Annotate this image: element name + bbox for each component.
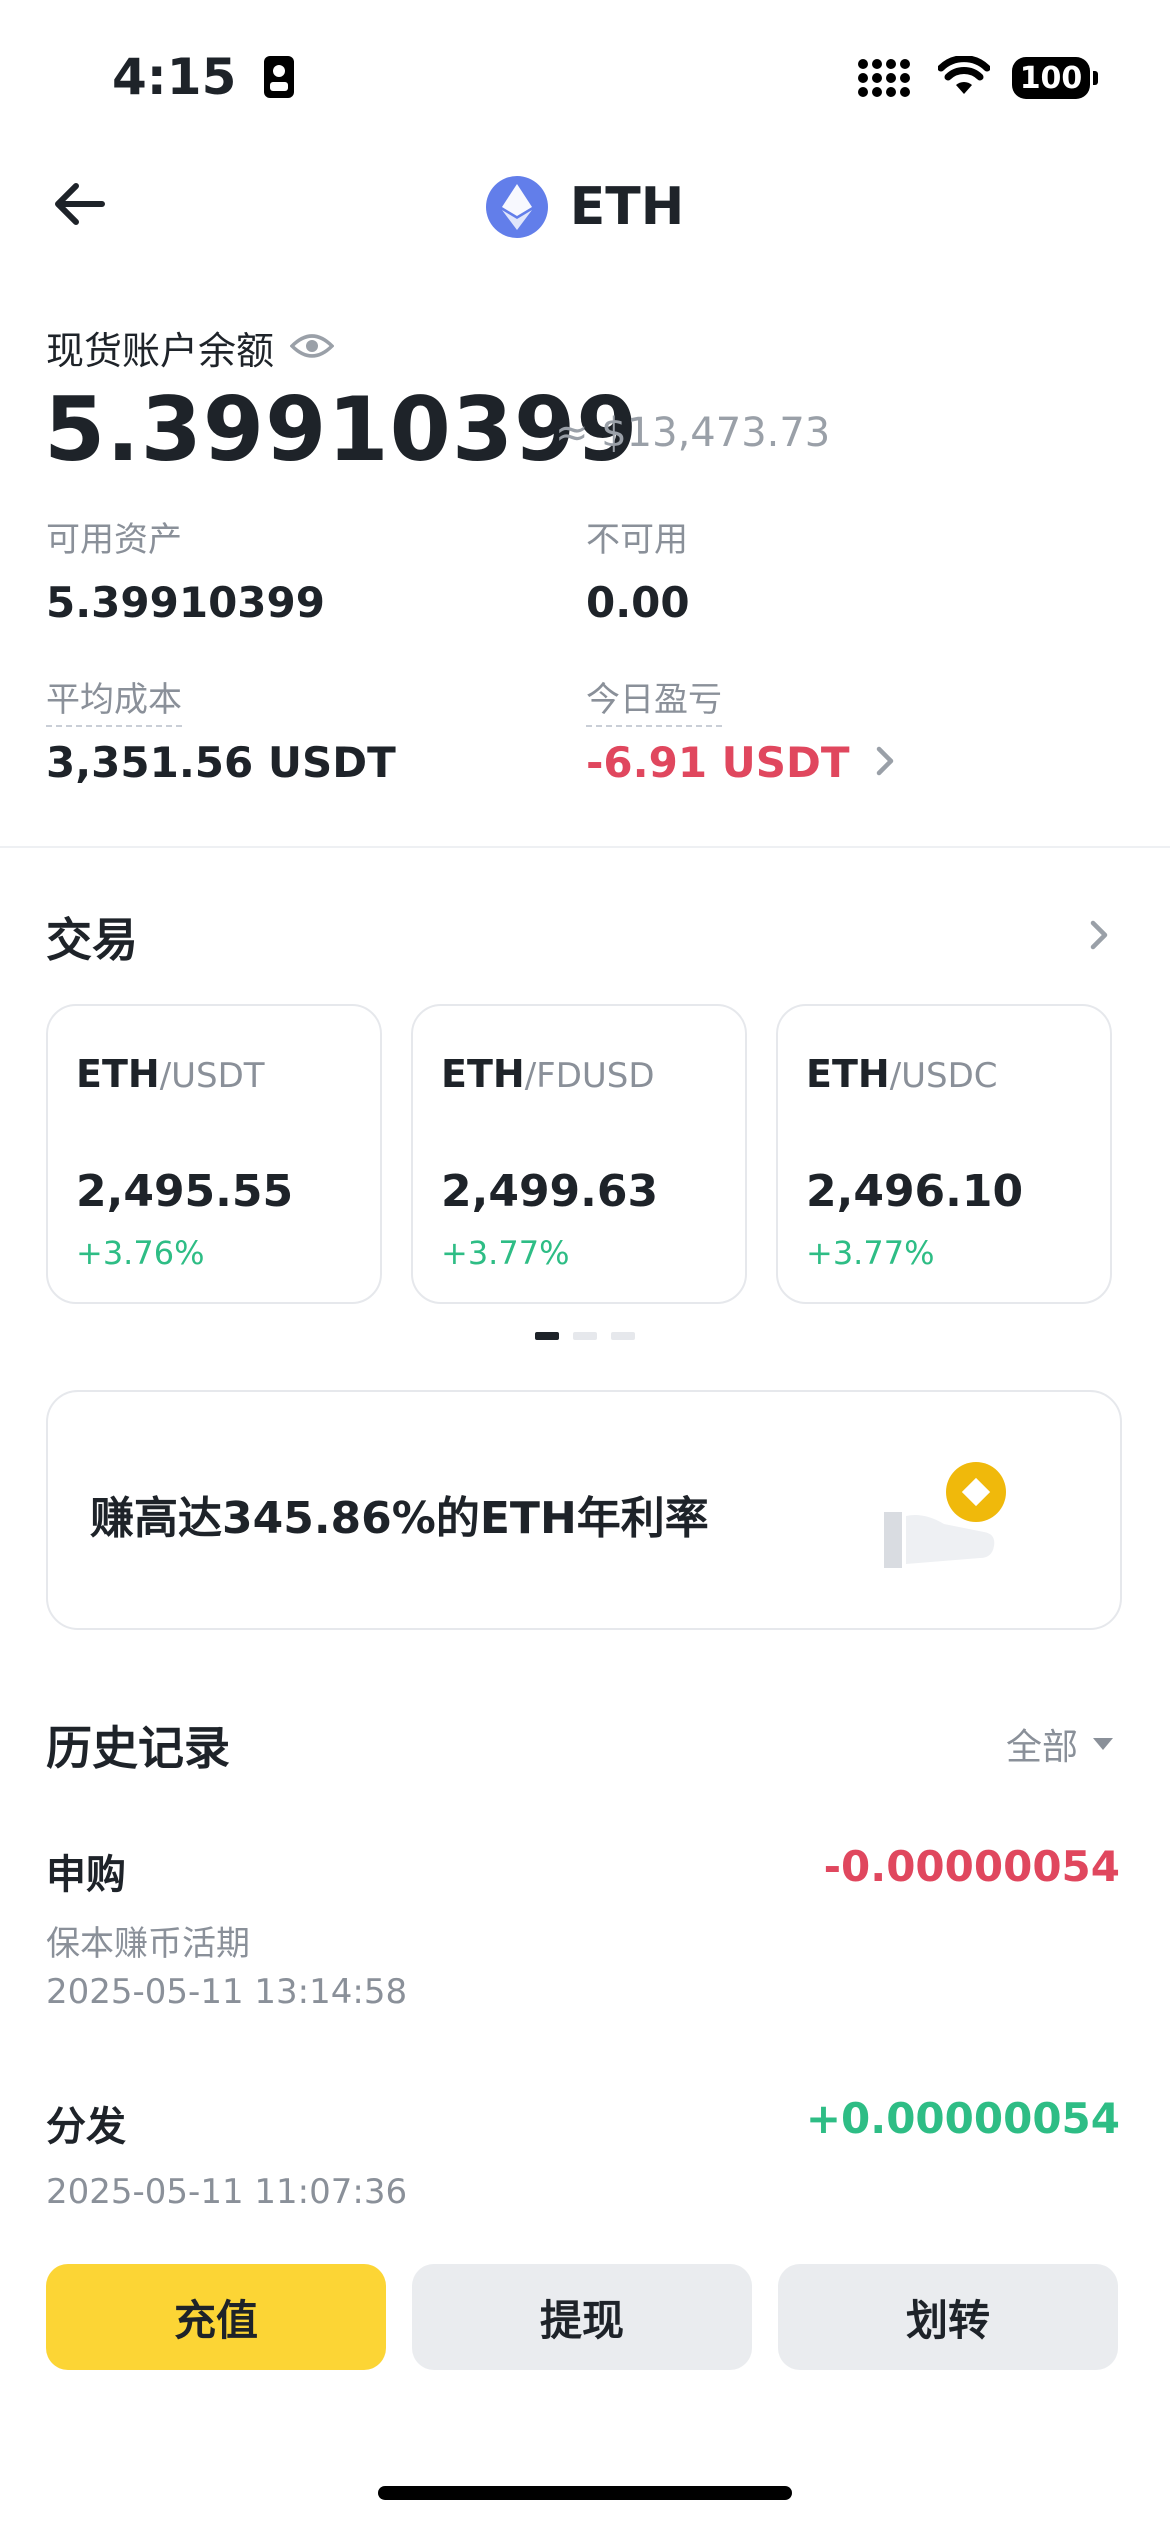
pair-price: 2,495.55 — [76, 1166, 294, 1217]
earn-coin-hand-icon — [884, 1454, 1014, 1578]
pair-name: ETH/FDUSD — [441, 1052, 655, 1096]
wifi-icon — [937, 55, 991, 100]
balance-amount: 5.39910399 — [44, 378, 639, 481]
eye-icon[interactable] — [289, 326, 335, 370]
history-item-clip: 2025-05-11 11:07:36 — [0, 2164, 1170, 2204]
withdraw-button[interactable]: 提现 — [412, 2264, 752, 2370]
chevron-right-icon — [1090, 920, 1108, 950]
page-title: ETH — [569, 177, 685, 237]
home-indicator[interactable] — [378, 2486, 792, 2500]
pair-base: ETH — [76, 1052, 160, 1096]
unavailable-value: 0.00 — [586, 578, 690, 627]
history-section-title: 历史记录 — [46, 1721, 230, 1775]
chevron-right-icon — [874, 744, 896, 782]
balance-fiat: ≈ $13,473.73 — [555, 410, 831, 456]
carousel-dot — [535, 1332, 559, 1340]
pair-base: ETH — [441, 1052, 525, 1096]
transfer-button[interactable]: 划转 — [778, 2264, 1118, 2370]
trade-pair-card[interactable]: ETH/USDC 2,496.10 +3.77% — [776, 1004, 1112, 1304]
pair-change: +3.77% — [441, 1234, 570, 1272]
trade-section-title: 交易 — [46, 913, 138, 967]
today-pnl-row[interactable]: -6.91 USDT — [586, 738, 896, 787]
trade-pair-card[interactable]: ETH/USDT 2,495.55 +3.76% — [46, 1004, 382, 1304]
avg-cost-value: 3,351.56 USDT — [46, 738, 396, 787]
history-item-subtitle: 保本赚币活期 — [46, 1924, 250, 1964]
deposit-button[interactable]: 充值 — [46, 2264, 386, 2370]
available-stat: 可用资产 — [46, 512, 182, 567]
phone-badge-icon — [263, 46, 294, 116]
carousel-dot — [573, 1332, 597, 1340]
unavailable-label: 不可用 — [586, 520, 688, 560]
history-item-amount: +0.00000054 — [805, 2094, 1120, 2143]
status-time: 4:15 — [112, 42, 294, 116]
section-divider — [0, 846, 1170, 848]
avg-cost-label[interactable]: 平均成本 — [46, 672, 182, 727]
history-filter-dropdown[interactable]: 全部 — [1006, 1718, 1114, 1770]
status-time-text: 4:15 — [112, 48, 237, 106]
pair-name: ETH/USDT — [76, 1052, 265, 1096]
today-pnl-label[interactable]: 今日盈亏 — [586, 672, 722, 727]
history-item-type: 申购 — [46, 1852, 126, 1898]
history-item-type: 分发 — [46, 2104, 126, 2150]
pair-quote: /USDC — [889, 1056, 998, 1096]
earn-banner-text: 赚高达345.86%的ETH年利率 — [90, 1493, 709, 1544]
signal-icon — [856, 55, 916, 101]
history-item-amount: -0.00000054 — [823, 1842, 1120, 1891]
unavailable-stat: 不可用 — [586, 512, 688, 567]
today-pnl-value: -6.91 USDT — [586, 738, 850, 787]
balance-label-text: 现货账户余额 — [46, 329, 275, 373]
pair-price: 2,496.10 — [806, 1166, 1024, 1217]
caret-down-icon — [1093, 1738, 1113, 1750]
pair-price: 2,499.63 — [441, 1166, 659, 1217]
pair-change: +3.76% — [76, 1234, 205, 1272]
pair-quote: /USDT — [159, 1056, 265, 1096]
balance-label: 现货账户余额 — [46, 320, 335, 375]
earn-banner[interactable]: 赚高达345.86%的ETH年利率 — [46, 1390, 1122, 1630]
battery-indicator: 100 — [1012, 57, 1098, 99]
carousel-indicator — [0, 1332, 1170, 1340]
history-filter-label: 全部 — [1005, 1727, 1078, 1768]
trade-more-button[interactable] — [1088, 918, 1110, 956]
pair-base: ETH — [806, 1052, 890, 1096]
history-item-time: 2025-05-11 13:14:58 — [46, 1972, 408, 2012]
pair-change: +3.77% — [806, 1234, 935, 1272]
pair-quote: /FDUSD — [524, 1056, 655, 1096]
pair-name: ETH/USDC — [806, 1052, 998, 1096]
ethereum-icon — [485, 176, 548, 238]
available-label: 可用资产 — [46, 520, 182, 560]
avg-cost-stat: 平均成本 — [46, 672, 182, 727]
today-pnl-stat: 今日盈亏 — [586, 672, 722, 727]
trade-pair-card[interactable]: ETH/FDUSD 2,499.63 +3.77% — [411, 1004, 747, 1304]
status-icons: 100 — [856, 50, 1098, 106]
available-value: 5.39910399 — [46, 578, 325, 627]
carousel-dot — [611, 1332, 635, 1340]
header: ETH — [0, 172, 1170, 242]
history-item-time: 2025-05-11 11:07:36 — [46, 2172, 408, 2204]
